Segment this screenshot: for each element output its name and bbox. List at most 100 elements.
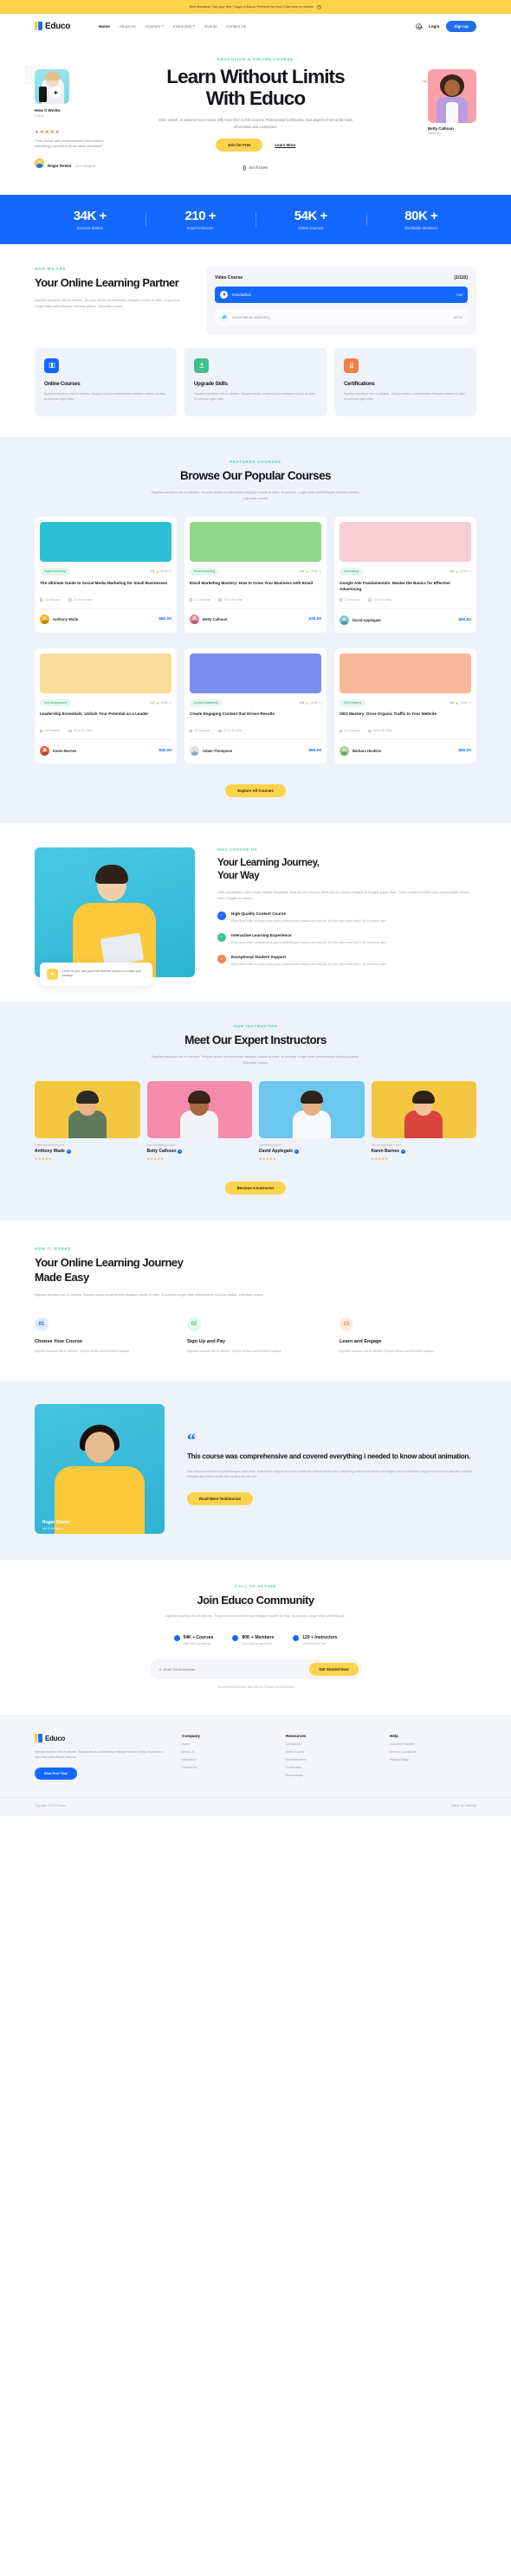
course-grid-row: Self-development 4.8 ★ (5.8K +) Leadership… — [35, 647, 476, 763]
footer-link[interactable]: Community — [286, 1742, 372, 1746]
nav-item-instructors[interactable]: Instructors — [173, 24, 196, 29]
nav-item-events[interactable]: Events — [204, 24, 217, 29]
journey-step: 01 Choose Your Course Egestas faucibus ni… — [35, 1317, 171, 1354]
footer-link[interactable]: Home — [182, 1742, 268, 1746]
join-for-free-button[interactable]: Join for Free — [215, 138, 263, 151]
feature-card-online-courses[interactable]: Online Courses Egestas faucibus nisl et u… — [35, 347, 177, 416]
brand-logo[interactable]: Educo — [35, 22, 70, 31]
cta-body: Egestas faucibus nisl et ultricies. Temp… — [165, 1614, 346, 1619]
lock-icon — [220, 312, 228, 321]
copyright: Copyright © 2023 Educo — [35, 1804, 66, 1808]
instructor-card[interactable]: Advertising Expert David Applegate ✓ ★★★★★ — [259, 1081, 365, 1161]
verified-icon: ✓ — [294, 1149, 299, 1154]
course-duration: 24 hr 40 mins — [368, 598, 391, 602]
lesson-item[interactable]: Introduction 7:00 — [215, 286, 468, 303]
become-instructor-button[interactable]: Become A Instructor — [224, 1182, 287, 1195]
footer-link[interactable]: Documentation — [286, 1758, 372, 1761]
instructor-card[interactable]: Digital Marketing Expert Anthony Wade ✓ ★★★… — [35, 1081, 140, 1161]
why-item: ✓ High-Quality Content Course Enim amet e… — [217, 911, 476, 924]
how-it-works-duration: 2 mins — [35, 113, 44, 118]
email-field[interactable] — [158, 1667, 310, 1672]
course-lessons: 12 Lessons — [340, 598, 359, 602]
promo-text: New Members: Get your first 7 days of Ed… — [189, 5, 314, 9]
avatar — [40, 745, 49, 756]
divider — [340, 739, 471, 740]
explore-all-courses-button[interactable]: Explore All Courses — [225, 783, 286, 797]
course-duration: 24 hr 40 mins — [218, 729, 242, 732]
footer-link[interactable]: Instructors — [182, 1758, 268, 1761]
course-instructor: Betty Calhoun — [203, 617, 228, 622]
feature-card-upgrade-skills[interactable]: Upgrade Skills Egestas faucibus nisl et u… — [184, 347, 327, 416]
course-rating: 4.8 ★ (5.8K +) — [149, 700, 171, 705]
instructor-card[interactable]: Email Marketing Expert Betty Calhoun ✓ ★★★★… — [146, 1081, 252, 1161]
avatar — [190, 745, 199, 756]
check-icon: ✓ — [293, 1635, 300, 1642]
course-duration: 24 hr 40 mins — [68, 729, 92, 732]
play-icon[interactable] — [50, 87, 61, 98]
footer-column-help: Help Customer Support Terms & Conditions… — [390, 1734, 476, 1780]
course-category-tag: Advertising — [340, 568, 363, 576]
course-card[interactable]: Advertising 4.8 ★ (5.8K +) Google Ads Fund… — [334, 517, 476, 633]
course-card[interactable]: SEO Mastery 4.8 ★ (5.8K +) SEO Mastery: Dr… — [334, 647, 476, 763]
promo-banner[interactable]: New Members: Get your first 7 days of Ed… — [0, 0, 511, 14]
star-icon: ★ — [305, 700, 309, 705]
course-card[interactable]: Content Marketing 4.8 ★ (5.8K +) Create En… — [184, 647, 327, 763]
footer-link[interactable]: About Us — [182, 1750, 268, 1754]
why-choose-photo — [35, 847, 195, 977]
journey-step: 03 Learn and Engage Egestas faucibus nisl… — [340, 1317, 476, 1354]
course-card[interactable]: Self-development 4.8 ★ (5.8K +) Leadership… — [35, 647, 177, 763]
design-credit: Design By TalkShop — [450, 1804, 476, 1808]
footer-link[interactable]: Scholarships — [286, 1774, 372, 1777]
footer-logo[interactable]: Educo — [35, 1734, 165, 1743]
course-thumbnail — [340, 653, 471, 693]
instructor-role: Email Marketing Expert — [146, 1143, 176, 1147]
course-lessons: 12 Lessons — [190, 729, 210, 732]
read-more-testimonial-button[interactable]: Read More Testimonial — [187, 1491, 253, 1505]
footer-link[interactable]: Certification — [286, 1766, 372, 1769]
footer-about: Egestas faucibus nisl et ultricies. Temp… — [35, 1750, 164, 1760]
avatar — [40, 615, 49, 625]
who-eyebrow: WHO WE ARE — [35, 266, 66, 271]
course-thumbnail — [190, 653, 321, 693]
globe-icon[interactable] — [415, 23, 423, 30]
get-started-button[interactable]: Get Started Now — [309, 1663, 359, 1677]
nav-item-home[interactable]: Home — [99, 24, 110, 29]
learn-more-link[interactable]: Learn More — [275, 143, 295, 147]
nav-item-contact-us[interactable]: Contact Us — [226, 24, 246, 29]
course-card[interactable]: Email Marketing 4.8 ★ (5.8K +) Email Marke… — [184, 517, 327, 633]
course-instructor: David Applegate — [353, 617, 381, 622]
divider — [40, 739, 171, 740]
star-icon: ★ — [155, 569, 159, 574]
footer-link[interactable]: Terms & Conditions — [390, 1750, 476, 1754]
testimonial-photo: Roger Rester UI/UX Designer — [35, 1404, 165, 1535]
how-it-works-video-thumbnail[interactable] — [35, 69, 69, 104]
feature-card-certifications[interactable]: Certifications Egestas faucibus nisl et u… — [334, 347, 476, 416]
signup-button[interactable]: Sign Up — [446, 20, 476, 32]
hero-section: EDUCATION & ONLINE COURSE Learn Without … — [0, 38, 511, 183]
footer-link[interactable]: Contact Us — [182, 1766, 268, 1769]
course-card[interactable]: Digital Marketing 4.8 ★ (5.8K +) The Ultim… — [35, 517, 177, 633]
login-link[interactable]: Login — [429, 24, 440, 29]
info-icon[interactable]: i — [317, 4, 322, 10]
instructor-photo — [259, 1081, 365, 1138]
lesson-item[interactable]: Social Media Marketing 65:00 — [215, 308, 468, 325]
instructor-rating-stars: ★★★★★ — [259, 1156, 276, 1161]
footer-link[interactable]: Video Guides — [286, 1750, 372, 1754]
course-category-tag: Self-development — [40, 699, 72, 707]
logo-icon — [35, 22, 42, 30]
footer-link[interactable]: Privacy Policy — [390, 1758, 476, 1761]
instructor-card[interactable]: Self-development Expert Karen Barnes ✓ ★★★★… — [371, 1081, 476, 1161]
start-free-trial-button[interactable]: Start Free Trial — [35, 1768, 77, 1781]
hero-testimonial-quote: "This course was comprehensive and cover… — [35, 138, 104, 149]
hero-eyebrow: EDUCATION & ONLINE COURSE — [217, 57, 294, 61]
footer-link[interactable]: Customer Support — [390, 1742, 476, 1746]
signup-form: Get Started Now — [149, 1659, 362, 1680]
stat-expert-instructor: 210 + Expert Instructor — [145, 209, 256, 230]
cta-eyebrow: CALL TO ACTION — [235, 1584, 276, 1589]
nav-item-courses[interactable]: Courses — [146, 24, 164, 29]
nav-item-about-us[interactable]: About Us — [120, 24, 136, 29]
testimonial-author-name: Roger Rester — [42, 1520, 70, 1526]
why-item: ✓ Interactive Learning Experience Enim am… — [217, 932, 476, 945]
who-we-are-section: WHO WE ARE Your Online Learning Partner … — [0, 244, 511, 341]
course-instructor: Adam Thompson — [203, 748, 233, 753]
